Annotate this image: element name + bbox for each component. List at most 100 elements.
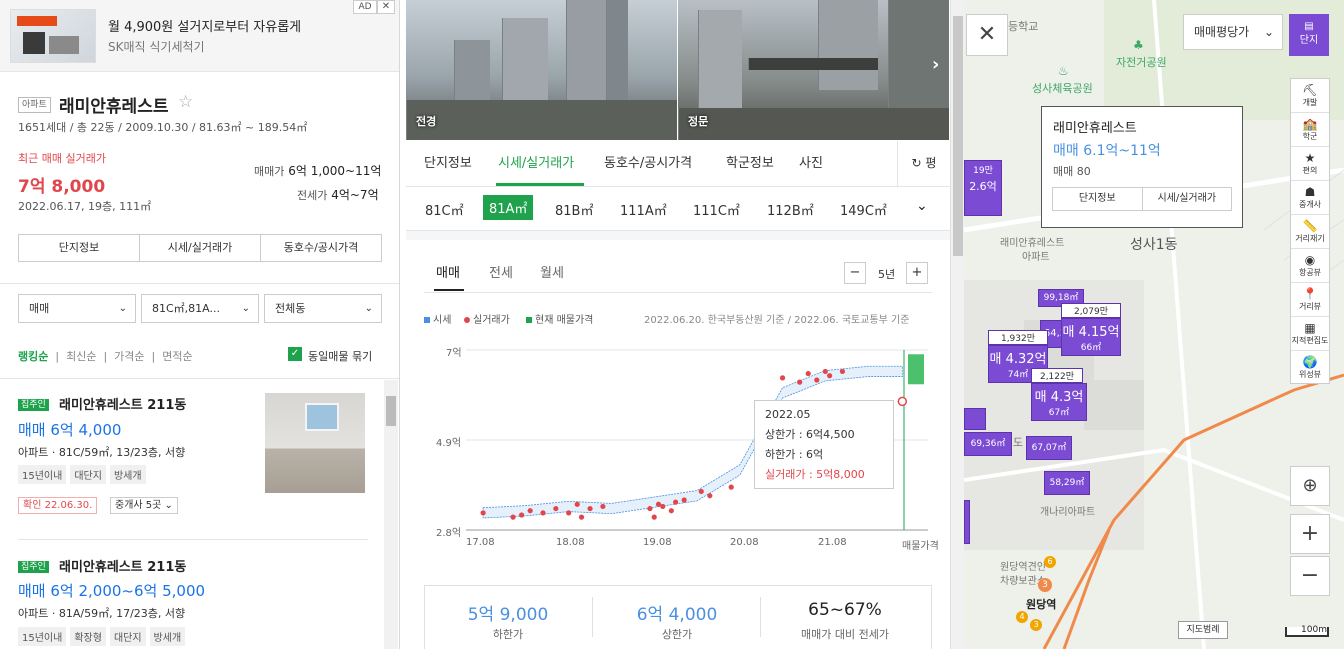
place-label: 도 [1013, 436, 1024, 449]
tool-satellite[interactable]: 🌍 위성뷰 [1291, 351, 1329, 385]
tab-photo[interactable]: 사진 [799, 152, 823, 171]
agent-dropdown[interactable]: 중개사 5곳 ⌄ [110, 496, 178, 514]
favorite-star-icon[interactable]: ☆ [178, 92, 193, 112]
tab-complex-info[interactable]: 단지정보 [19, 235, 140, 261]
photo-overview-label: 전경 [416, 115, 437, 128]
deal-point [839, 368, 846, 375]
deal-point [668, 508, 674, 514]
place-label: 개나리아파트 [1040, 507, 1096, 518]
tab-price[interactable]: 시세/실거래가 [498, 152, 574, 171]
map-price-marker[interactable]: 67,07㎡ [1026, 436, 1072, 460]
tool-dev[interactable]: ⛏ 개발 [1291, 79, 1329, 113]
size-111c[interactable]: 111C㎡ [693, 200, 740, 219]
infobox-buttons: 단지정보 시세/실거래가 [1052, 187, 1232, 211]
legend-item: 실거래가 [464, 311, 510, 326]
dong-select[interactable]: 전체동 ⌄ [264, 294, 382, 323]
infobox-price-button[interactable]: 시세/실거래가 [1143, 188, 1232, 210]
tool-agent[interactable]: ☗ 중개사 [1291, 181, 1329, 215]
listing-chips: 15년이내 확장형 대단지 방세개 [18, 627, 189, 646]
ad-banner[interactable]: 월 4,900원 설거지로부터 자유롭게 SK매직 식기세척기 AD ✕ [0, 0, 399, 72]
danji-button[interactable]: ▤ 단지 [1289, 14, 1329, 56]
recent-price: 7억 8,000 [18, 177, 106, 197]
map-price-marker[interactable]: 2,122만 매 4.3억 67㎡ [1031, 368, 1087, 421]
place-label: 자전거공원 [1116, 56, 1167, 69]
subway-line-icon: 4 [1016, 611, 1028, 623]
size-81c[interactable]: 81C㎡ [425, 200, 464, 219]
tool-convenience[interactable]: ★ 편의 [1291, 147, 1329, 181]
ad-close-icon[interactable]: ✕ [377, 0, 395, 14]
group-checkbox[interactable]: ✓ [288, 347, 302, 361]
size-112b[interactable]: 112B㎡ [767, 200, 814, 219]
tool-cadastral[interactable]: ▦ 지적편집도 [1291, 317, 1329, 351]
listing-photo[interactable] [265, 393, 365, 493]
size-111a[interactable]: 111A㎡ [620, 200, 667, 219]
data-basis-note: 2022.06.20. 한국부동산원 기준 / 2022.06. 국토교통부 기… [644, 315, 910, 326]
complex-name: 래미안휴레스트 [59, 97, 169, 117]
price-tab-jeonse[interactable]: 전세 [489, 262, 513, 281]
list-scrollbar[interactable] [384, 380, 398, 649]
my-location-button[interactable]: ⊕ [1290, 466, 1330, 506]
map-price-marker[interactable]: 58,29㎡ [1044, 471, 1090, 495]
map-view[interactable]: 등학교 ♣ 자전거공원 ♨ 성사체육공원 성사1동 래미안휴레스트 아파트 개나… [964, 0, 1344, 649]
chart-tooltip: 2022.05 상한가 : 6억4,500 하한가 : 6억 실거래가 : 5억… [754, 400, 894, 489]
x-tick: 19.08 [643, 537, 672, 548]
tooltip-deal: 실거래가 : 5억8,000 [765, 468, 865, 481]
price-tab-sale[interactable]: 매매 [436, 262, 460, 281]
sort-latest[interactable]: 최신순 [66, 350, 96, 363]
legend-item: 현재 매물가격 [526, 311, 593, 326]
tool-aerial[interactable]: ◉ 항공뷰 [1291, 249, 1329, 283]
listing-price-bar [908, 354, 924, 385]
listing-price[interactable]: 매매 6억 4,000 [18, 419, 121, 440]
chevron-down-icon[interactable]: ⌄ [916, 198, 928, 214]
deal-point [822, 368, 828, 375]
price-tab-underline [434, 289, 464, 291]
ad-subtitle[interactable]: SK매직 식기세척기 [108, 38, 205, 55]
ad-title[interactable]: 월 4,900원 설거지로부터 자유롭게 [108, 16, 301, 35]
ad-image[interactable] [10, 9, 96, 63]
divider [18, 539, 368, 540]
period-plus-button[interactable]: + [906, 262, 928, 284]
listing-name[interactable]: 래미안휴레스트 211동 [59, 556, 186, 575]
tab-price[interactable]: 시세/실거래가 [140, 235, 261, 261]
tool-street[interactable]: 📍 거리뷰 [1291, 283, 1329, 317]
sort-area[interactable]: 면적순 [162, 350, 192, 363]
stat-lower-label: 하한가 [492, 628, 524, 641]
infobox-complex-button[interactable]: 단지정보 [1053, 188, 1143, 210]
close-map-button[interactable]: ✕ [966, 14, 1008, 56]
zoom-in-button[interactable]: + [1290, 514, 1330, 554]
size-81b[interactable]: 81B㎡ [555, 200, 593, 219]
listing-name[interactable]: 래미안휴레스트 211동 [59, 394, 186, 413]
listing-panel: 월 4,900원 설거지로부터 자유롭게 SK매직 식기세척기 AD ✕ 아파트… [0, 0, 400, 649]
map-price-marker[interactable]: 19만 2.6억 [964, 160, 1002, 216]
detail-scrollbar[interactable] [950, 0, 964, 649]
recent-date: 2022.06.17, 19층, 111㎡ [18, 200, 152, 213]
map-price-marker[interactable] [964, 500, 970, 544]
map-price-marker[interactable]: 2,079만 매 4.15억 66㎡ [1061, 303, 1121, 356]
listing-price[interactable]: 매매 6억 2,000~6억 5,000 [18, 580, 205, 601]
map-type-select[interactable]: 매매평당가 ⌄ [1183, 14, 1283, 50]
map-price-marker[interactable]: 69,36㎡ [964, 432, 1012, 456]
tab-complex-info[interactable]: 단지정보 [424, 152, 472, 171]
zoom-out-button[interactable]: − [1290, 556, 1330, 596]
unit-toggle-button[interactable]: ↻ 평 [897, 141, 950, 187]
sort-ranking[interactable]: 랭킹순 [18, 350, 48, 363]
period-minus-button[interactable]: − [844, 262, 866, 284]
photo-gate[interactable]: 정문 › [678, 0, 949, 140]
tab-unit[interactable]: 동호수/공시가격 [604, 152, 692, 171]
map-legend-button[interactable]: 지도범례 [1178, 621, 1228, 639]
tool-school[interactable]: 🏫 학군 [1291, 113, 1329, 147]
place-label: 래미안휴레스트 [1000, 238, 1065, 249]
trade-type-select[interactable]: 매매 ⌄ [18, 294, 136, 323]
map-price-marker[interactable] [964, 408, 986, 430]
photo-next-icon[interactable]: › [932, 54, 939, 75]
area-select[interactable]: 81C㎡,81A... ⌄ [141, 294, 259, 323]
dev-icon: ⛏ [1302, 83, 1318, 97]
tab-school[interactable]: 학군정보 [726, 152, 774, 171]
tool-ruler[interactable]: 📏 거리재기 [1291, 215, 1329, 249]
size-81a[interactable]: 81A㎡ [483, 195, 534, 220]
size-149c[interactable]: 149C㎡ [840, 200, 887, 219]
sort-price[interactable]: 가격순 [114, 350, 144, 363]
price-tab-monthly[interactable]: 월세 [540, 262, 564, 281]
photo-overview[interactable]: 전경 [406, 0, 677, 140]
tab-unit[interactable]: 동호수/공시가격 [261, 235, 381, 261]
